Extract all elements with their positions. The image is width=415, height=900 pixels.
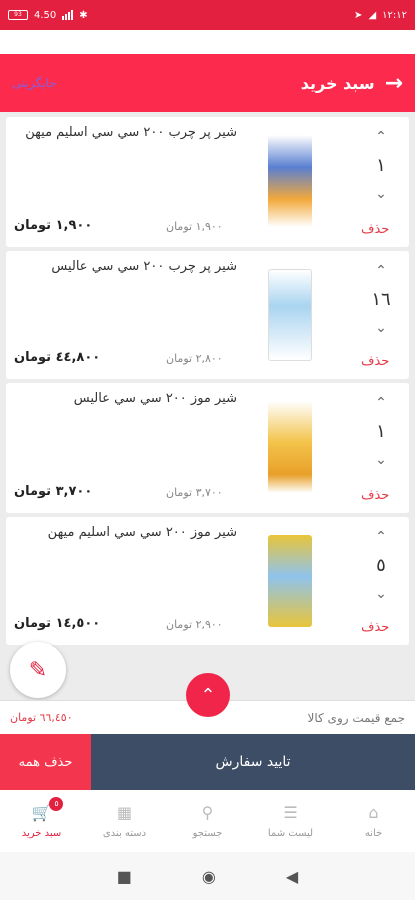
quantity-value: ٥ — [376, 555, 386, 576]
unit-price: ٣,٧٠٠ تومان — [166, 486, 223, 499]
product-image — [268, 135, 312, 227]
cart-item: ⌃ ١٦ ⌄ حذف شير پر چرب ٢٠٠ سي سي عاليس ٢,… — [6, 251, 409, 379]
summary-amount: ٦٦,٤٥٠ تومان — [10, 711, 73, 724]
wifi-icon: ◢ — [368, 9, 377, 21]
line-total: ٤٤,٨٠٠ تومان — [14, 350, 101, 365]
recents-icon[interactable]: ■ — [117, 867, 132, 886]
chevron-down-icon[interactable]: ⌄ — [366, 320, 396, 336]
product-name: شير موز ٢٠٠ سي سي عاليس — [73, 391, 237, 406]
telegram-icon: ➤ — [354, 9, 363, 21]
bluetooth-icon: ✱ — [79, 9, 88, 21]
chevron-up-icon[interactable]: ⌃ — [366, 529, 396, 545]
action-bar: حذف همه تایید سفارش — [0, 734, 415, 790]
chevron-up-icon[interactable]: ⌃ — [366, 263, 396, 279]
grid-icon: ▦ — [116, 803, 133, 822]
home-circle-icon[interactable]: ◉ — [202, 867, 216, 886]
delete-button[interactable]: حذف — [361, 620, 389, 635]
line-total: ٣,٧٠٠ تومان — [14, 484, 93, 499]
chevron-down-icon[interactable]: ⌄ — [366, 186, 396, 202]
product-name: شير موز ٢٠٠ سي سي اسليم ميهن — [47, 525, 237, 540]
cart-badge: ٥ — [49, 797, 64, 811]
delete-button[interactable]: حذف — [361, 488, 389, 503]
pencil-icon: ✎ — [28, 657, 48, 683]
product-image — [268, 401, 312, 493]
status-bar: 93 4.50 ✱ ➤ ◢ ۱۲:۱۲ — [0, 0, 415, 30]
quantity-stepper: ⌃ ١٦ ⌄ — [366, 263, 396, 336]
tab-home[interactable]: ⌂ خانه — [332, 803, 415, 839]
cart-item: ⌃ ٥ ⌄ حذف شير موز ٢٠٠ سي سي اسليم ميهن ٢… — [6, 517, 409, 645]
search-icon: ⚲ — [201, 803, 214, 822]
back-triangle-icon[interactable]: ◀ — [286, 867, 298, 886]
quantity-stepper: ⌃ ٥ ⌄ — [366, 529, 396, 602]
tab-label: خانه — [364, 828, 383, 839]
tab-categories[interactable]: ▦ دسته بندی — [83, 803, 166, 839]
unit-price: ٢,٩٠٠ تومان — [166, 618, 223, 631]
network-speed: 4.50 — [34, 9, 57, 21]
cart-item: ⌃ ١ ⌄ حذف شير موز ٢٠٠ سي سي عاليس ٣,٧٠٠ … — [6, 383, 409, 513]
product-name: شير پر چرب ٢٠٠ سي سي اسليم ميهن — [25, 125, 237, 140]
delete-button[interactable]: حذف — [361, 222, 389, 237]
chevron-up-icon[interactable]: ⌃ — [366, 395, 396, 411]
chevron-down-icon[interactable]: ⌄ — [366, 452, 396, 468]
tab-label: جستجو — [192, 828, 223, 839]
list-icon: ☰ — [283, 803, 298, 822]
arrow-right-icon[interactable]: → — [385, 71, 403, 96]
quantity-value: ١٦ — [371, 289, 391, 310]
app-header: جایگزینی → سبد خرید — [0, 54, 415, 112]
replace-link[interactable]: جایگزینی — [12, 76, 57, 90]
cart-icon: 🛒 ٥ — [32, 797, 64, 822]
product-image — [268, 535, 312, 627]
chevron-down-icon[interactable]: ⌄ — [366, 586, 396, 602]
line-total: ١,٩٠٠ تومان — [14, 218, 93, 233]
home-icon: ⌂ — [368, 803, 379, 822]
bottom-tab-bar: 🛒 ٥ سبد خرید ▦ دسته بندی ⚲ جستجو ☰ لیست ش… — [0, 790, 415, 852]
tab-search[interactable]: ⚲ جستجو — [166, 803, 249, 839]
tab-label: لیست شما — [267, 828, 314, 839]
chevron-up-icon: ⌃ — [200, 684, 216, 706]
quantity-stepper: ⌃ ١ ⌄ — [366, 129, 396, 202]
page-title: سبد خرید — [300, 73, 375, 93]
cart-item: ⌃ ١ ⌄ حذف شير پر چرب ٢٠٠ سي سي اسليم ميه… — [6, 117, 409, 247]
tab-your-list[interactable]: ☰ لیست شما — [249, 803, 332, 839]
quantity-stepper: ⌃ ١ ⌄ — [366, 395, 396, 468]
confirm-order-button[interactable]: تایید سفارش — [91, 734, 415, 790]
expand-button[interactable]: ⌃ — [186, 673, 230, 717]
tab-label: دسته بندی — [102, 828, 147, 839]
tab-label: سبد خرید — [21, 828, 62, 839]
summary-label: جمع قیمت روی کالا — [307, 710, 405, 725]
edit-fab[interactable]: ✎ — [10, 642, 66, 698]
battery-icon: 93 — [8, 10, 28, 20]
signal-icon — [62, 10, 74, 20]
delete-all-button[interactable]: حذف همه — [0, 734, 91, 790]
quantity-value: ١ — [376, 421, 386, 442]
quantity-value: ١ — [376, 155, 386, 176]
unit-price: ٢,٨٠٠ تومان — [166, 352, 223, 365]
chevron-up-icon[interactable]: ⌃ — [366, 129, 396, 145]
delete-button[interactable]: حذف — [361, 354, 389, 369]
top-spacer — [0, 30, 415, 54]
product-image — [268, 269, 312, 361]
tab-cart[interactable]: 🛒 ٥ سبد خرید — [0, 797, 83, 839]
line-total: ١٤,٥٠٠ تومان — [14, 616, 101, 631]
system-nav-bar: ■ ◉ ◀ — [0, 852, 415, 900]
product-name: شير پر چرب ٢٠٠ سي سي عاليس — [51, 259, 237, 274]
unit-price: ١,٩٠٠ تومان — [166, 220, 223, 233]
clock: ۱۲:۱۲ — [382, 9, 407, 21]
